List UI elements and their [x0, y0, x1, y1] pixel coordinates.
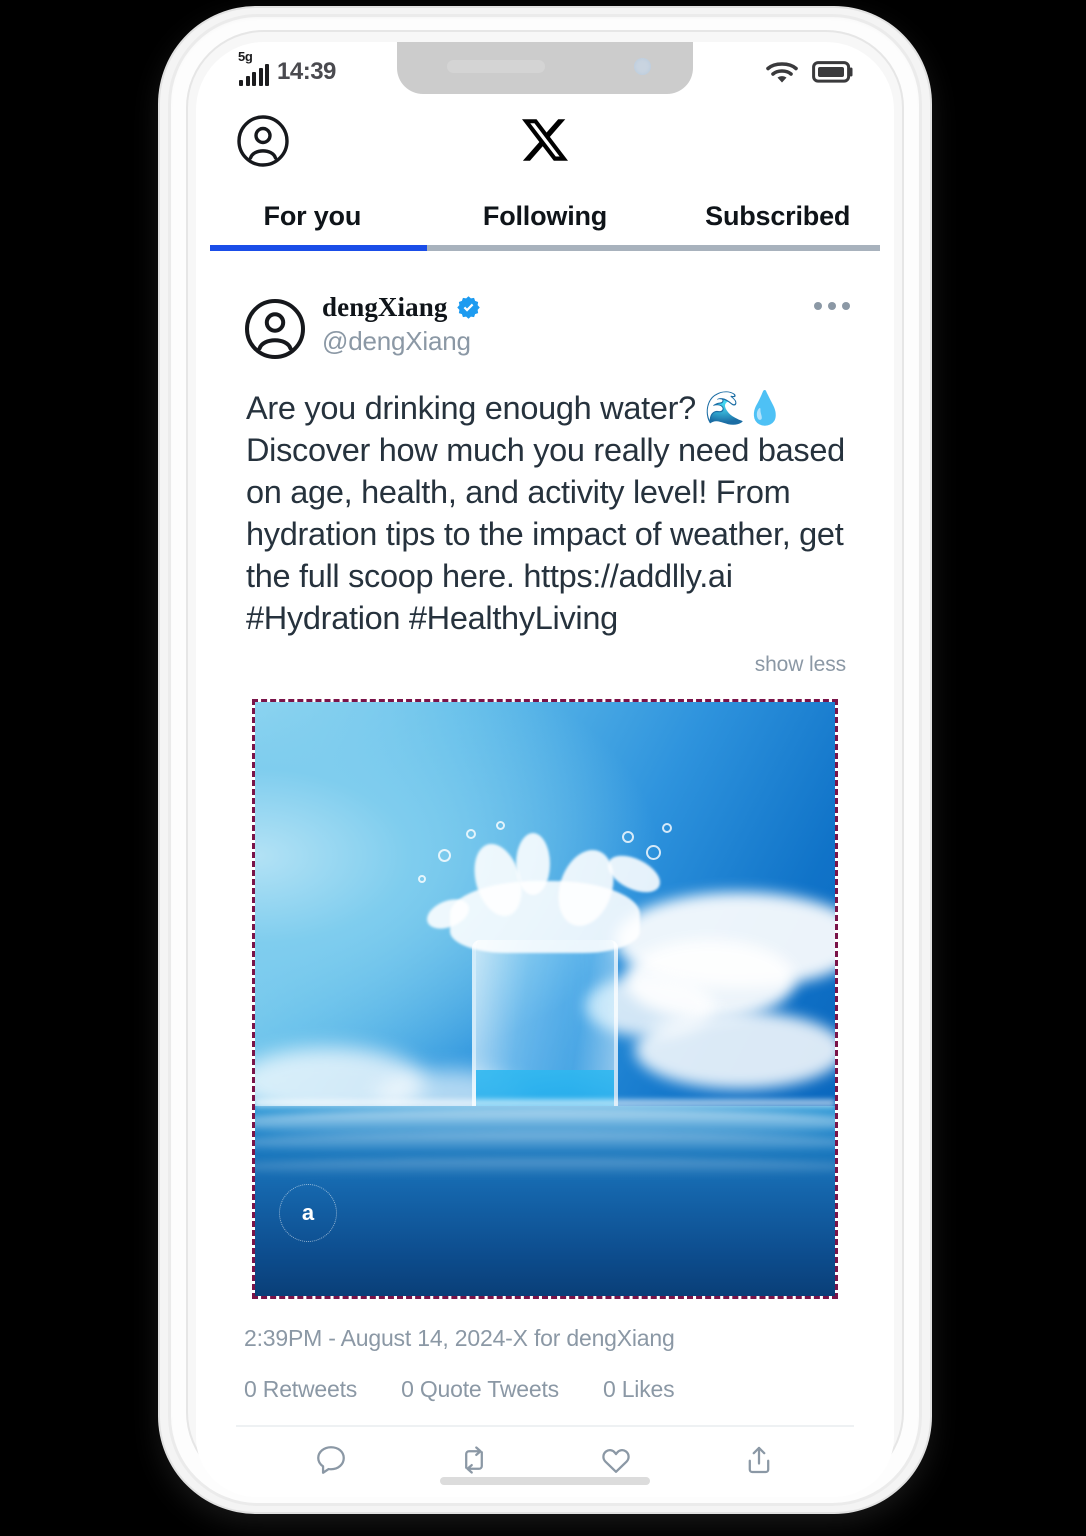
wave-emoji: 🌊: [704, 389, 745, 427]
quote-tweet-count[interactable]: 0 Quote Tweets: [401, 1376, 559, 1403]
droplet-emoji: 💧: [744, 389, 785, 427]
retweet-count[interactable]: 0 Retweets: [244, 1376, 357, 1403]
home-indicator: [440, 1477, 650, 1485]
profile-avatar-icon[interactable]: [236, 114, 290, 173]
front-camera: [634, 58, 651, 75]
tweet-header: dengXiang @dengXiang: [196, 274, 894, 365]
cloud: [635, 1010, 835, 1089]
signal-bars-icon: 5g: [238, 49, 269, 86]
tweet-card: dengXiang @dengXiang Are you drinking en…: [196, 274, 894, 1477]
wave: [255, 1131, 835, 1154]
tab-subscribed[interactable]: Subscribed: [661, 201, 894, 232]
author-name-row: dengXiang: [322, 292, 481, 323]
tab-following[interactable]: Following: [429, 201, 662, 232]
ocean-water: [255, 1099, 835, 1296]
water-splash-crown: [410, 815, 680, 975]
retweet-icon[interactable]: [457, 1443, 491, 1477]
tweet-engagement-counts: 0 Retweets 0 Quote Tweets 0 Likes: [196, 1352, 894, 1403]
like-heart-icon[interactable]: [599, 1443, 633, 1477]
wifi-icon: [766, 62, 798, 83]
status-clock: 14:39: [277, 58, 336, 85]
more-options-icon[interactable]: [814, 302, 850, 310]
watermark-letter: a: [301, 1200, 315, 1225]
app-header: [196, 96, 894, 184]
like-count[interactable]: 0 Likes: [603, 1376, 675, 1403]
battery-icon: [812, 61, 853, 83]
tweet-body-text: Are you drinking enough water? 🌊💧 Discov…: [196, 365, 894, 639]
status-bar-left: 5g 14:39: [238, 49, 336, 86]
tweet-media-container[interactable]: a: [252, 699, 838, 1299]
wave: [255, 1157, 835, 1176]
ai-generated-badge-icon: a: [279, 1184, 337, 1242]
earpiece-speaker: [447, 60, 545, 73]
tab-for-you[interactable]: For you: [196, 201, 429, 232]
verified-badge-icon: [457, 296, 481, 319]
phone-screen: 5g 14:39 For you Following Subscribed de…: [196, 42, 894, 1497]
tweet-timestamp: 2:39PM - August 14, 2024-X for dengXiang: [244, 1325, 675, 1351]
author-handle[interactable]: @dengXiang: [322, 326, 481, 357]
user-avatar-icon[interactable]: [244, 298, 306, 365]
author-display-name[interactable]: dengXiang: [322, 292, 447, 323]
screenshot-stage: 5g 14:39 For you Following Subscribed de…: [0, 0, 1086, 1536]
phone-notch: [397, 42, 693, 94]
water-splash-image: a: [255, 702, 835, 1296]
active-tab-indicator: [210, 245, 427, 251]
tweet-text-part-1: Are you drinking enough water?: [246, 390, 705, 426]
tweet-author-names: dengXiang @dengXiang: [322, 292, 481, 357]
reply-icon[interactable]: [314, 1443, 348, 1477]
network-type-label: 5g: [238, 49, 253, 64]
x-logo-icon[interactable]: [522, 117, 568, 163]
share-icon[interactable]: [742, 1443, 776, 1477]
feed-tabs: For you Following Subscribed: [196, 184, 894, 248]
tweet-action-bar: [196, 1427, 894, 1477]
status-bar-right: [765, 59, 854, 85]
show-less-link[interactable]: show less: [196, 639, 894, 677]
